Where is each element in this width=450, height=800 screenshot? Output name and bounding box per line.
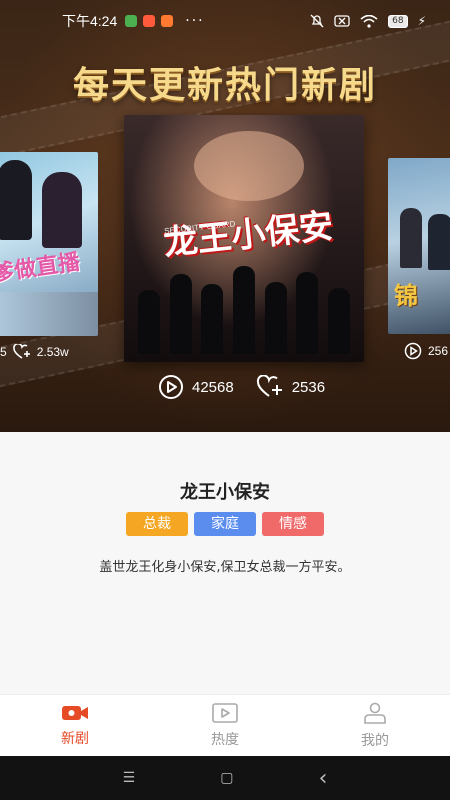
drama-description: 盖世龙王化身小保安,保卫女总裁一方平安。 <box>99 560 351 575</box>
nav-popularity[interactable]: 热度 <box>150 695 300 756</box>
camera-icon <box>62 705 88 720</box>
nav-new-drama-label: 新剧 <box>61 730 89 747</box>
menu-icon[interactable]: ☰ <box>123 770 136 786</box>
left-poster-likes: 2.53w <box>36 345 69 359</box>
play-count-value: 42568 <box>192 378 234 396</box>
status-time: 下午4:24 <box>62 13 118 29</box>
drama-poster-left[interactable]: 爹做直播 <box>0 152 98 336</box>
heart-plus-icon <box>256 375 282 397</box>
cast-figure <box>327 288 350 354</box>
nav-mine[interactable]: 我的 <box>300 695 450 756</box>
cast-figure <box>169 274 192 354</box>
heart-plus-icon <box>12 344 30 359</box>
actor-figure <box>428 214 450 270</box>
cast-figure <box>201 284 224 354</box>
notification-app-icon <box>143 15 156 27</box>
main-poster-stats: 42568 2536 <box>158 374 347 400</box>
cast-figure <box>296 272 319 354</box>
wifi-icon <box>360 14 378 28</box>
mute-bell-icon <box>310 14 324 28</box>
drama-poster-main[interactable]: 龙王小保安 SECURITY GUARD <box>124 115 364 362</box>
play-box-icon <box>212 702 238 723</box>
play-circle-icon <box>159 375 183 399</box>
battery-icon: 68 <box>388 14 408 28</box>
right-poster-title: 锦 <box>394 282 418 310</box>
back-icon[interactable]: ‹ <box>319 766 328 791</box>
charging-icon: ⚡ <box>417 14 426 28</box>
actor-figure <box>42 172 82 248</box>
right-poster-stats: 256 <box>404 342 448 360</box>
play-count: 42568 <box>158 374 234 400</box>
actor-figure <box>0 160 32 240</box>
cast-figure <box>138 290 160 354</box>
right-poster-plays: 256 <box>428 344 449 358</box>
status-more-icon: ··· <box>185 13 205 29</box>
home-icon[interactable]: ▢ <box>220 770 233 786</box>
hero-banner: 下午4:24 ··· 68 ⚡ 每天更新热门新剧 爹做直播 5 2.53w 龙王… <box>0 0 450 432</box>
nav-new-drama[interactable]: 新剧 <box>0 695 150 756</box>
system-navigation-bar: ☰ ▢ ‹ <box>0 756 450 800</box>
notification-app-icon <box>125 15 138 27</box>
tag-list: 总裁 家庭 情感 <box>0 512 450 536</box>
no-sim-icon <box>334 15 350 27</box>
tag-family[interactable]: 家庭 <box>194 512 256 536</box>
poster-footer-graphic <box>0 292 98 336</box>
play-circle-icon <box>404 342 422 360</box>
left-poster-plays: 5 <box>0 345 7 359</box>
tag-romance[interactable]: 情感 <box>262 512 324 536</box>
like-count-value: 2536 <box>291 378 326 396</box>
left-poster-stats: 5 2.53w <box>0 344 69 360</box>
tag-ceo[interactable]: 总裁 <box>126 512 188 536</box>
nav-mine-label: 我的 <box>361 732 389 749</box>
like-count[interactable]: 2536 <box>256 375 325 399</box>
notification-app-icon <box>161 15 174 27</box>
user-icon <box>364 702 386 724</box>
actor-figure <box>400 208 422 268</box>
drama-title: 龙王小保安 <box>180 482 270 503</box>
hero-headline: 每天更新热门新剧 <box>72 65 377 106</box>
status-bar: 下午4:24 ··· 68 ⚡ <box>0 0 450 42</box>
drama-detail: 龙王小保安 总裁 家庭 情感 盖世龙王化身小保安,保卫女总裁一方平安。 <box>0 432 450 694</box>
cast-figure <box>264 282 287 354</box>
drama-poster-right[interactable]: 锦 <box>388 158 450 334</box>
left-poster-title: 爹做直播 <box>0 249 82 287</box>
poster-cast-row <box>138 262 350 354</box>
poster-couple-graphic <box>194 131 304 201</box>
bottom-nav: 新剧 热度 我的 <box>0 694 450 756</box>
cast-figure <box>232 266 255 354</box>
nav-popularity-label: 热度 <box>211 731 239 748</box>
